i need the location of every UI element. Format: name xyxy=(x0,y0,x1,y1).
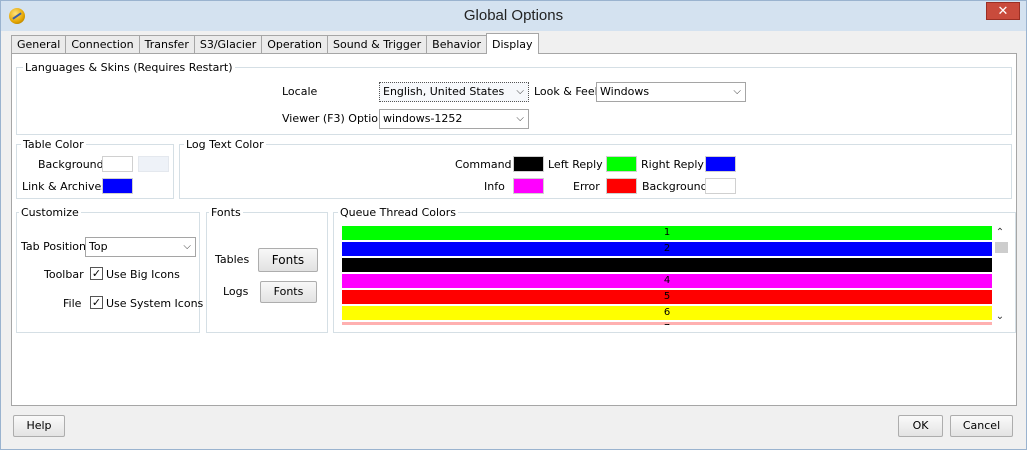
use-system-icons-label[interactable]: Use System Icons xyxy=(106,297,203,310)
window-title: Global Options xyxy=(463,7,564,24)
queue-row-5[interactable]: 5 xyxy=(342,290,992,304)
tab-behavior[interactable]: Behavior xyxy=(426,35,488,54)
customize-group: Customize Tab Position Top ⌵ Toolbar ✓ U… xyxy=(16,206,203,333)
display-panel: Languages & Skins (Requires Restart) Loc… xyxy=(11,53,1017,406)
table-background-swatch[interactable] xyxy=(102,156,133,172)
locale-select[interactable]: English, United States ⌵ xyxy=(379,82,529,102)
fonts-legend: Fonts xyxy=(209,206,243,219)
scrollbar-thumb[interactable] xyxy=(995,242,1008,253)
logs-fonts-button[interactable]: Fonts xyxy=(260,281,317,303)
use-system-icons-checkbox[interactable]: ✓ xyxy=(90,296,103,309)
languages-group: Languages & Skins (Requires Restart) Loc… xyxy=(16,61,1012,135)
left-reply-label: Left Reply xyxy=(548,158,603,171)
viewer-label: Viewer (F3) Option xyxy=(282,112,386,125)
chevron-down-icon: ⌵ xyxy=(733,86,741,97)
tab-operation[interactable]: Operation xyxy=(261,35,328,54)
log-background-swatch[interactable] xyxy=(705,178,736,194)
tab-strip: General Connection Transfer S3/Glacier O… xyxy=(11,33,539,54)
look-feel-select[interactable]: Windows ⌵ xyxy=(596,82,746,102)
right-reply-label: Right Reply xyxy=(641,158,704,171)
title-bar: Global Options ✕ xyxy=(1,1,1026,31)
command-label: Command xyxy=(455,158,512,171)
tables-label: Tables xyxy=(215,253,250,266)
background-label: Background xyxy=(38,158,104,171)
use-big-icons-checkbox[interactable]: ✓ xyxy=(90,267,103,280)
tab-connection[interactable]: Connection xyxy=(65,35,140,54)
viewer-select[interactable]: windows-1252 ⌵ xyxy=(379,109,529,129)
tab-transfer[interactable]: Transfer xyxy=(138,35,195,54)
viewer-value: windows-1252 xyxy=(383,112,463,125)
tables-fonts-button[interactable]: Fonts xyxy=(258,248,318,272)
info-swatch[interactable] xyxy=(513,178,544,194)
use-big-icons-label[interactable]: Use Big Icons xyxy=(106,268,180,281)
queue-row-1[interactable]: 1 xyxy=(342,226,992,240)
error-swatch[interactable] xyxy=(606,178,637,194)
cancel-button[interactable]: Cancel xyxy=(950,415,1013,437)
chevron-down-icon: ⌵ xyxy=(183,241,191,252)
help-button[interactable]: Help xyxy=(13,415,65,437)
tab-general[interactable]: General xyxy=(11,35,67,54)
queue-row-2[interactable]: 2 xyxy=(342,242,992,256)
global-options-window: Global Options ✕ General Connection Tran… xyxy=(0,0,1027,450)
scroll-up-icon[interactable]: ⌃ xyxy=(993,227,1007,241)
tab-position-value: Top xyxy=(89,240,108,253)
look-feel-label: Look & Feel xyxy=(534,85,598,98)
customize-legend: Customize xyxy=(19,206,81,219)
queue-row-3[interactable]: 3 xyxy=(342,258,992,272)
tab-position-select[interactable]: Top ⌵ xyxy=(85,237,196,257)
locale-value: English, United States xyxy=(383,85,505,98)
tab-display[interactable]: Display xyxy=(486,33,539,54)
look-feel-value: Windows xyxy=(600,85,650,98)
toolbar-label: Toolbar xyxy=(44,268,84,281)
chevron-down-icon: ⌵ xyxy=(516,113,524,124)
table-color-legend: Table Color xyxy=(21,138,86,151)
scroll-down-icon[interactable]: ⌄ xyxy=(993,311,1007,325)
logs-label: Logs xyxy=(223,285,249,298)
locale-label: Locale xyxy=(282,85,318,98)
queue-color-list: 1 2 3 4 5 6 7 xyxy=(334,213,1015,325)
tab-position-label: Tab Position xyxy=(21,240,86,253)
error-label: Error xyxy=(573,180,600,193)
queue-row-6[interactable]: 6 xyxy=(342,306,992,320)
left-reply-swatch[interactable] xyxy=(606,156,637,172)
queue-thread-colors-group: Queue Thread Colors 1 2 3 4 5 6 7 ⌃ ⌄ xyxy=(333,206,1016,333)
log-text-color-legend: Log Text Color xyxy=(184,138,266,151)
queue-row-4[interactable]: 4 xyxy=(342,274,992,288)
dialog-footer: Help OK Cancel xyxy=(1,407,1026,449)
tab-s3-glacier[interactable]: S3/Glacier xyxy=(193,35,263,54)
table-background-alt-swatch[interactable] xyxy=(138,156,169,172)
link-archives-swatch[interactable] xyxy=(102,178,133,194)
fonts-group: Fonts Tables Fonts Logs Fonts xyxy=(206,206,328,333)
tab-sound-trigger[interactable]: Sound & Trigger xyxy=(327,35,428,54)
close-button[interactable]: ✕ xyxy=(986,2,1020,20)
languages-legend: Languages & Skins (Requires Restart) xyxy=(23,61,235,74)
log-text-color-group: Log Text Color Command Left Reply Right … xyxy=(179,138,1012,199)
ok-button[interactable]: OK xyxy=(898,415,943,437)
link-archives-label: Link & Archives xyxy=(22,180,107,193)
command-swatch[interactable] xyxy=(513,156,544,172)
file-label: File xyxy=(63,297,82,310)
log-background-label: Background xyxy=(642,180,708,193)
right-reply-swatch[interactable] xyxy=(705,156,736,172)
chevron-down-icon: ⌵ xyxy=(516,86,524,97)
info-label: Info xyxy=(484,180,505,193)
table-color-group: Table Color Background Link & Archives xyxy=(16,138,174,199)
queue-row-7[interactable]: 7 xyxy=(342,322,992,325)
